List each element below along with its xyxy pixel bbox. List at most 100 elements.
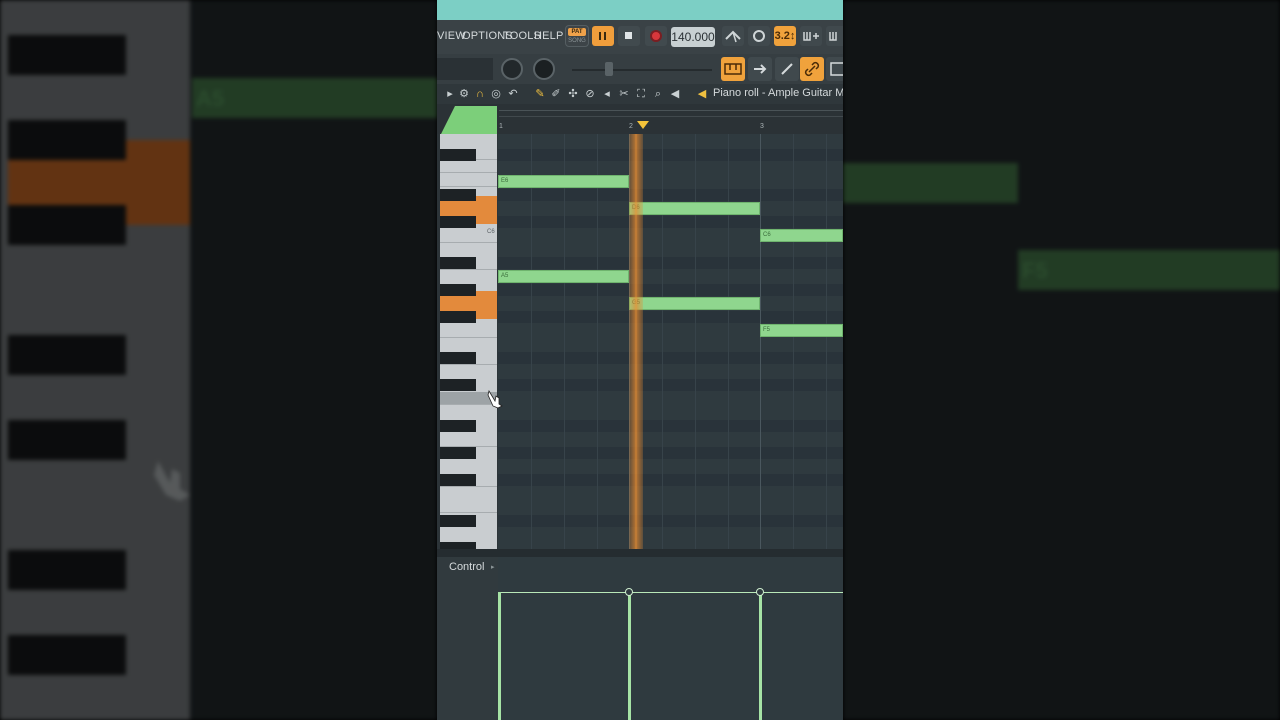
note-d6[interactable]: D6 — [629, 202, 760, 215]
loop-icon — [753, 30, 765, 42]
velocity-bar[interactable] — [628, 592, 631, 720]
link-icon — [804, 61, 820, 77]
pause-button[interactable] — [592, 26, 614, 46]
note-c6[interactable]: C6 — [760, 229, 843, 242]
backdrop-black-key — [8, 120, 126, 160]
zoom-select-icon[interactable]: ⛶ — [634, 86, 648, 102]
playhead-marker-icon[interactable] — [637, 121, 649, 129]
bar-number: 1 — [499, 123, 503, 130]
song-label: SONG — [568, 38, 586, 44]
black-key[interactable] — [440, 474, 476, 486]
wait-icon — [829, 32, 837, 41]
note-e6[interactable]: E6 — [498, 175, 629, 188]
black-key[interactable] — [440, 311, 476, 323]
mute-icon[interactable]: ◂ — [600, 86, 614, 102]
control-label[interactable]: Control — [449, 561, 484, 573]
backdrop-note-f5: F5 — [1018, 250, 1280, 290]
piano-roll-title: Piano roll - Ample Guitar M — [713, 87, 843, 99]
black-key[interactable] — [440, 149, 476, 161]
metronome-icon — [725, 30, 741, 43]
brush-icon — [781, 63, 793, 75]
slice-icon[interactable]: ✂ — [617, 86, 631, 102]
step-button[interactable] — [800, 26, 822, 46]
delete-icon[interactable]: ⊘ — [583, 86, 597, 102]
black-key[interactable] — [440, 542, 476, 549]
master-pitch-knob[interactable] — [533, 58, 555, 80]
velocity-bar[interactable] — [759, 592, 762, 720]
undo-icon[interactable]: ↶ — [506, 86, 520, 102]
black-key[interactable] — [440, 379, 476, 391]
backdrop-black-key — [8, 35, 126, 75]
black-key[interactable] — [440, 447, 476, 459]
grid-control-divider[interactable] — [437, 549, 843, 557]
black-key[interactable] — [440, 352, 476, 364]
brush-button[interactable] — [775, 57, 799, 81]
backdrop-left: A5 — [0, 0, 437, 720]
playlist-button[interactable] — [748, 57, 772, 81]
wait-button[interactable] — [826, 26, 843, 46]
top-strip — [437, 0, 843, 20]
menu-bar: VIEW OPTIONS TOOLS HELP PAT SONG 140.000 — [437, 20, 843, 54]
black-key[interactable] — [440, 284, 476, 296]
note-a5[interactable]: A5 — [498, 270, 629, 283]
link-button[interactable] — [800, 57, 824, 81]
snap-button[interactable]: 3.2↕ — [774, 26, 796, 46]
metronome-button[interactable] — [722, 26, 744, 46]
velocity-handle[interactable] — [625, 588, 633, 596]
backdrop-black-key — [8, 335, 126, 375]
menu-help[interactable]: HELP — [534, 30, 564, 42]
backdrop-black-key — [8, 635, 126, 675]
keyboard-icon — [724, 63, 742, 75]
record-icon[interactable]: ◎ — [489, 86, 503, 102]
zoom-icon[interactable]: ⌕ — [651, 86, 665, 102]
speaker-icon[interactable]: ◀ — [668, 86, 682, 102]
bar-number: 2 — [629, 123, 633, 130]
backdrop-right: F5 — [843, 0, 1280, 720]
select-icon[interactable]: ✣ — [566, 86, 580, 102]
pause-icon — [599, 32, 601, 40]
speaker-output-icon[interactable]: ◀ — [695, 86, 709, 102]
master-slider-handle[interactable] — [605, 62, 613, 76]
black-key[interactable] — [440, 216, 476, 228]
black-key[interactable] — [440, 420, 476, 432]
timeline-ruler[interactable]: 1 2 3 — [437, 104, 843, 134]
piano-roll-menu-arrow-icon[interactable]: ▸ — [443, 86, 457, 102]
backdrop-note-strip — [843, 163, 1018, 203]
wrench-icon[interactable]: ⚙ — [457, 86, 471, 102]
master-volume-knob[interactable] — [501, 58, 523, 80]
magnet-icon[interactable]: ∩ — [473, 86, 487, 102]
black-key[interactable] — [440, 189, 476, 201]
note-g5[interactable]: G5 — [629, 297, 760, 310]
fl-studio-window: VIEW OPTIONS TOOLS HELP PAT SONG 140.000 — [437, 0, 843, 720]
pattern-song-toggle[interactable]: PAT SONG — [565, 25, 589, 47]
backdrop-black-key — [8, 550, 126, 590]
piano-roll-button[interactable] — [721, 57, 745, 81]
stamp-icon — [830, 62, 843, 76]
loop-button[interactable] — [748, 26, 770, 46]
note-f5[interactable]: F5 — [760, 324, 843, 337]
tempo-display[interactable]: 140.000 — [671, 27, 715, 47]
pencil-icon[interactable]: ✎ — [533, 86, 547, 102]
step-icon — [803, 32, 819, 41]
backdrop-hand-cursor-icon — [154, 461, 190, 501]
note-grid[interactable]: E6 D6 C6 A5 G5 F5 — [498, 134, 843, 549]
velocity-bar[interactable] — [498, 592, 501, 720]
black-key[interactable] — [440, 257, 476, 269]
record-button[interactable] — [645, 26, 667, 46]
backdrop-keyboard — [0, 0, 190, 720]
control-arrow-icon[interactable]: ▸ — [491, 563, 495, 571]
stamp-button[interactable] — [826, 57, 843, 81]
control-grid[interactable] — [498, 557, 843, 720]
stop-icon — [625, 32, 632, 39]
toolbar-row — [437, 54, 843, 84]
black-key[interactable] — [440, 515, 476, 527]
master-slider-track — [572, 69, 712, 71]
paint-icon[interactable]: ✐ — [549, 86, 563, 102]
hint-panel — [437, 58, 493, 80]
piano-keyboard[interactable]: C6 — [440, 134, 497, 549]
stop-button[interactable] — [618, 26, 640, 46]
backdrop-black-key — [8, 205, 126, 245]
record-icon — [650, 30, 662, 42]
velocity-handle[interactable] — [756, 588, 764, 596]
ruler-line — [499, 116, 843, 117]
